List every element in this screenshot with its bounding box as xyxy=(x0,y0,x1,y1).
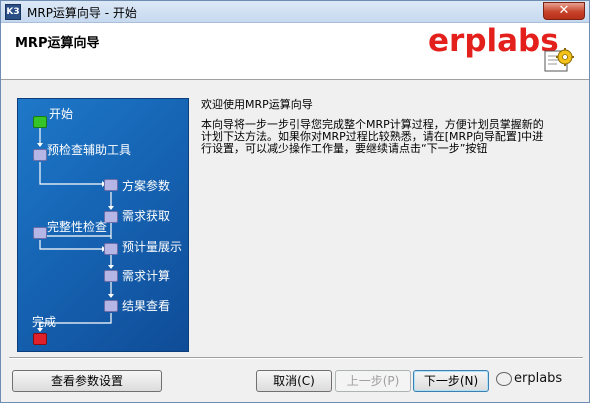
flow-node-result xyxy=(104,300,118,312)
window-title: MRP运算向导 - 开始 xyxy=(27,6,137,20)
flow-label-finish: 完成 xyxy=(32,315,57,329)
flow-node-finish xyxy=(33,333,47,345)
flow-label-result: 结果查看 xyxy=(122,299,171,313)
flow-label-demand-calc: 需求计算 xyxy=(122,269,171,283)
flow-label-demand-fetch: 需求获取 xyxy=(122,209,171,223)
wizard-title: MRP运算向导 xyxy=(15,36,100,51)
description-text: 本向导将一步一步引导您完成整个MRP计算过程，方便计划员掌握新的计划下达方法。如… xyxy=(201,118,544,155)
welcome-text: 欢迎使用MRP运算向导 xyxy=(201,98,313,111)
flow-node-demand-calc xyxy=(104,270,118,282)
flow-label-precheck: 预检查辅助工具 xyxy=(47,143,132,157)
mrp-wizard-window: K3 MRP运算向导 - 开始 ✕ MRP运算向导 erplabs 开始 预检查… xyxy=(0,0,590,403)
brand-logo-text: erplabs xyxy=(428,23,559,59)
flow-node-integrity xyxy=(33,227,47,239)
flow-label-forecast: 预计量展示 xyxy=(122,240,183,254)
watermark-text: erplabs xyxy=(514,371,563,386)
next-button[interactable]: 下一步(N) xyxy=(413,370,489,392)
flow-node-start xyxy=(33,116,47,128)
view-params-button[interactable]: 查看参数设置 xyxy=(12,370,162,392)
wizard-flow-diagram: 开始 预检查辅助工具 方案参数 需求获取 完整性检查 预计量展示 需求计算 结果… xyxy=(17,98,189,352)
app-icon: K3 xyxy=(5,4,21,20)
flow-label-integrity: 完整性检查 xyxy=(47,220,108,234)
cancel-button[interactable]: 取消(C) xyxy=(256,370,332,392)
flow-label-scheme: 方案参数 xyxy=(122,179,171,193)
flow-node-scheme xyxy=(104,179,118,191)
watermark: erplabs xyxy=(496,371,562,386)
wizard-header: MRP运算向导 erplabs xyxy=(1,23,589,80)
wechat-icon xyxy=(496,371,512,386)
prev-button[interactable]: 上一步(P) xyxy=(335,370,411,392)
flow-node-precheck xyxy=(33,149,47,161)
close-button[interactable]: ✕ xyxy=(543,2,585,20)
wizard-gear-icon xyxy=(544,48,574,72)
flow-node-forecast xyxy=(104,243,118,255)
flow-label-start: 开始 xyxy=(49,107,74,121)
title-bar[interactable]: K3 MRP运算向导 - 开始 ✕ xyxy=(1,1,589,23)
footer-divider xyxy=(9,357,583,359)
